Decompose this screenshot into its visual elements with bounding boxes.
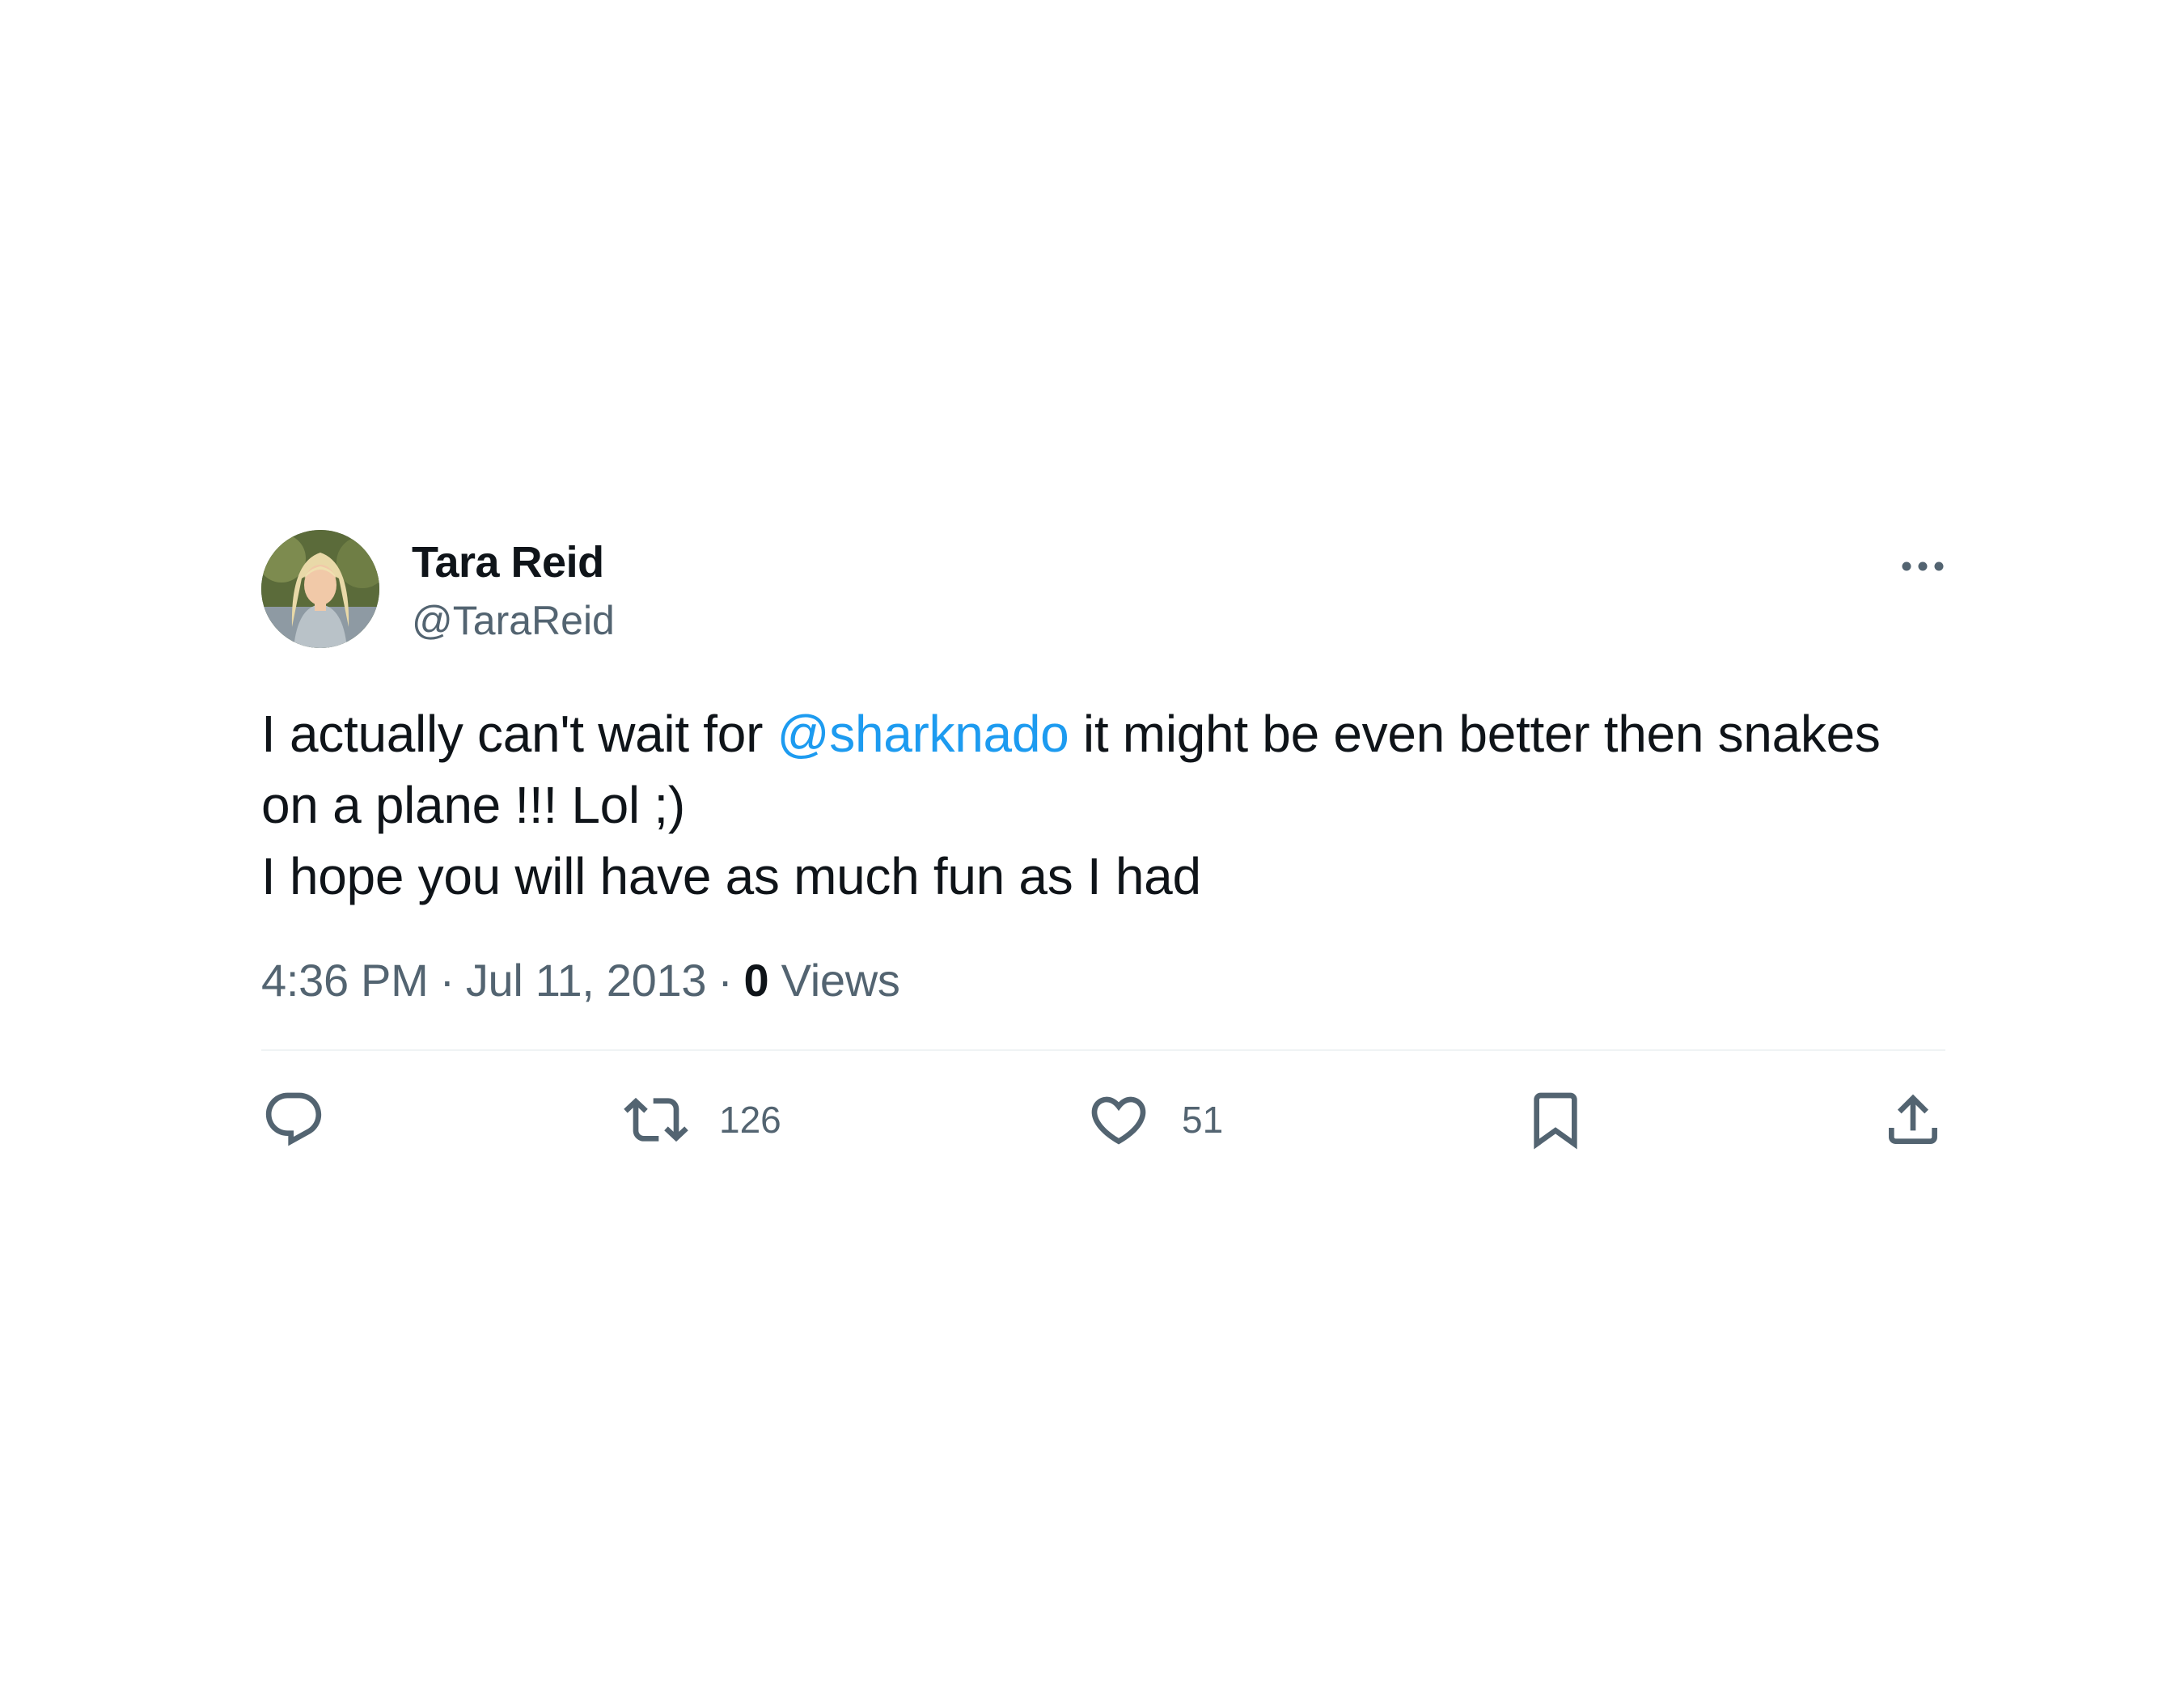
tweet-text-line-2: on a plane !!! Lol ;) xyxy=(261,776,685,834)
like-count: 51 xyxy=(1182,1099,1224,1141)
author-names: Tara Reid @TaraReid xyxy=(412,536,615,646)
like-button[interactable]: 51 xyxy=(1086,1087,1223,1152)
share-button[interactable] xyxy=(1881,1087,1945,1152)
tweet-header: Tara Reid @TaraReid xyxy=(261,530,1945,651)
tweet-text-line-3: I hope you will have as much fun as I ha… xyxy=(261,847,1201,905)
views-count: 0 xyxy=(743,955,769,1006)
more-dots-icon xyxy=(1902,561,1944,571)
bookmark-button[interactable] xyxy=(1523,1087,1588,1152)
retweet-button[interactable]: 126 xyxy=(624,1087,781,1152)
mention-link[interactable]: @sharknado xyxy=(777,705,1069,763)
author-handle[interactable]: @TaraReid xyxy=(412,595,615,646)
tweet-text-segment: it might be even better then snakes xyxy=(1069,705,1881,763)
tweet-text: I actually can't wait for @sharknado it … xyxy=(261,698,1945,912)
bookmark-icon xyxy=(1534,1092,1577,1150)
reply-button[interactable] xyxy=(261,1087,326,1152)
meta-separator: · xyxy=(717,955,733,1006)
tweet-meta: 4:36 PM · Jul 11, 2013 · 0 Views xyxy=(261,952,1945,1009)
action-bar: 126 51 xyxy=(261,1051,1945,1172)
more-options-button[interactable] xyxy=(1900,550,1945,583)
retweet-count: 126 xyxy=(719,1099,781,1141)
tweet-text-segment: I actually can't wait for xyxy=(261,705,777,763)
meta-separator: · xyxy=(439,955,455,1006)
views-label: Views xyxy=(781,955,900,1006)
tweet-time[interactable]: 4:36 PM xyxy=(261,955,429,1006)
tweet-date[interactable]: Jul 11, 2013 xyxy=(466,955,707,1006)
avatar[interactable] xyxy=(261,530,379,648)
tweet-card: Tara Reid @TaraReid I actually can't wai… xyxy=(261,530,1945,1172)
avatar-photo-icon xyxy=(261,530,379,648)
reply-icon xyxy=(265,1092,322,1146)
heart-icon xyxy=(1091,1096,1146,1145)
share-icon xyxy=(1889,1094,1937,1144)
tweet-text-line-1: I actually can't wait for @sharknado it … xyxy=(261,698,1945,769)
author-display-name[interactable]: Tara Reid xyxy=(412,536,615,588)
retweet-icon xyxy=(624,1097,688,1142)
